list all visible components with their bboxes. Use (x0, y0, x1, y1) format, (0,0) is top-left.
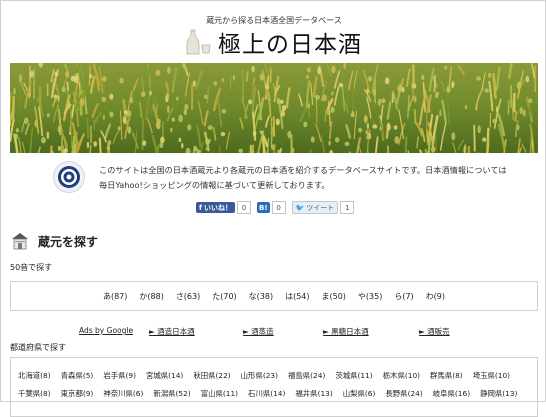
target-logo-icon (53, 161, 85, 193)
hatena-bookmark-button[interactable]: B! (257, 202, 270, 213)
section-header: 蔵元を探す (10, 230, 98, 252)
kana-link[interactable]: や(35) (358, 291, 382, 302)
section-title: 蔵元を探す (38, 234, 99, 249)
ad-link-1[interactable]: ► 酒造日本酒 (149, 326, 195, 337)
sake-bottle-icon (186, 29, 211, 55)
intro-line-2: 毎日Yahoo!ショッピングの情報に基づいて更新しております。 (99, 180, 330, 190)
kana-link[interactable]: ら(7) (394, 291, 413, 302)
prefecture-link[interactable]: 東京都(9) (61, 389, 94, 398)
storehouse-icon (12, 233, 28, 250)
site-brand[interactable]: 極上の日本酒 (184, 27, 362, 58)
prefecture-link[interactable]: 千葉県(8) (18, 389, 51, 398)
prefecture-link[interactable]: 北海道(8) (18, 371, 51, 380)
prefecture-link[interactable]: 福島県(24) (288, 371, 325, 380)
like-label: いいね！ (204, 203, 233, 212)
social-buttons: f いいね！ 0 B! 0 🐦 ツイート 1 (196, 201, 358, 214)
kana-link[interactable]: な(38) (249, 291, 273, 302)
prefecture-link[interactable]: 茨城県(11) (335, 371, 372, 380)
prefecture-link[interactable]: 福井県(13) (295, 389, 332, 398)
prefecture-link[interactable]: 静岡県(13) (480, 389, 517, 398)
ad-link-3[interactable]: ► 黒糖日本酒 (323, 326, 369, 337)
prefecture-link[interactable]: 長野県(24) (385, 389, 422, 398)
prefecture-link[interactable]: 山形県(23) (241, 371, 278, 380)
twitter-bird-icon: 🐦 (295, 203, 305, 212)
prefecture-row-2: 千葉県(8) 東京都(9) 神奈川県(6) 新潟県(52) 富山県(11) 石川県(14)… (18, 388, 527, 399)
site-header: 蔵元から探る日本酒全国データベース 極上の日本酒 (1, 1, 546, 63)
kana-link[interactable]: わ(9) (426, 291, 445, 302)
kana-link[interactable]: た(70) (212, 291, 236, 302)
prefecture-index: 北海道(8) 青森県(5) 岩手県(9) 宮城県(14) 秋田県(22) 山形県(23) 福… (10, 357, 538, 417)
prefecture-link[interactable]: 宮城県(14) (146, 371, 183, 380)
tweet-count: 1 (340, 201, 355, 214)
kana-link[interactable]: あ(87) (103, 291, 127, 302)
prefecture-link[interactable]: 新潟県(52) (153, 389, 190, 398)
kana-link[interactable]: さ(63) (176, 291, 200, 302)
intro-text: このサイトは全国の日本酒蔵元より各蔵元の日本酒を紹介するデータベースサイトです。… (99, 163, 513, 193)
ad-link-4[interactable]: ► 酒販売 (419, 326, 450, 337)
prefecture-link[interactable]: 栃木県(10) (383, 371, 420, 380)
prefecture-link[interactable]: 富山県(11) (201, 389, 238, 398)
prefecture-link[interactable]: 神奈川県(6) (103, 389, 143, 398)
tweet-label: ツイート (306, 203, 335, 212)
facebook-like-button[interactable]: f いいね！ (196, 202, 236, 213)
prefecture-link[interactable]: 山梨県(6) (343, 389, 376, 398)
prefecture-search-label: 都道府県で探す (10, 343, 66, 352)
prefecture-link[interactable]: 群馬県(8) (430, 371, 463, 380)
prefecture-link[interactable]: 岩手県(9) (103, 371, 136, 380)
intro-line-1: このサイトは全国の日本酒蔵元より各蔵元の日本酒を紹介するデータベースサイトです。… (99, 165, 507, 175)
prefecture-link[interactable]: 秋田県(22) (193, 371, 230, 380)
rice-field-image (10, 63, 538, 153)
hatena-count: 0 (271, 201, 286, 214)
ad-links: Ads by Google ► 酒造日本酒 ► 酒蒸造 ► 黒糖日本酒 ► 酒販… (79, 326, 499, 338)
site-title: 極上の日本酒 (218, 32, 362, 58)
kana-index: あ(87) か(88) さ(63) た(70) な(38) は(54) ま(50) や(35)… (10, 281, 538, 311)
like-count: 0 (237, 201, 252, 214)
prefecture-row-1: 北海道(8) 青森県(5) 岩手県(9) 宮城県(14) 秋田県(22) 山形県(23) 福… (18, 370, 520, 381)
prefecture-link[interactable]: 青森県(5) (61, 371, 94, 380)
kana-link[interactable]: は(54) (285, 291, 309, 302)
prefecture-link[interactable]: 埼玉県(10) (473, 371, 510, 380)
ads-by-google-link[interactable]: Ads by Google (79, 326, 133, 335)
facebook-icon: f (199, 203, 203, 212)
intro-block: このサイトは全国の日本酒蔵元より各蔵元の日本酒を紹介するデータベースサイトです。… (53, 159, 513, 199)
kana-link[interactable]: ま(50) (322, 291, 346, 302)
kana-link[interactable]: か(88) (139, 291, 163, 302)
kana-search-label: 50音で探す (10, 263, 53, 272)
ad-link-2[interactable]: ► 酒蒸造 (243, 326, 274, 337)
tweet-button[interactable]: 🐦 ツイート (291, 201, 339, 214)
rice-field-banner (10, 63, 538, 153)
prefecture-link[interactable]: 岐阜県(16) (433, 389, 470, 398)
prefecture-link[interactable]: 石川県(14) (248, 389, 285, 398)
